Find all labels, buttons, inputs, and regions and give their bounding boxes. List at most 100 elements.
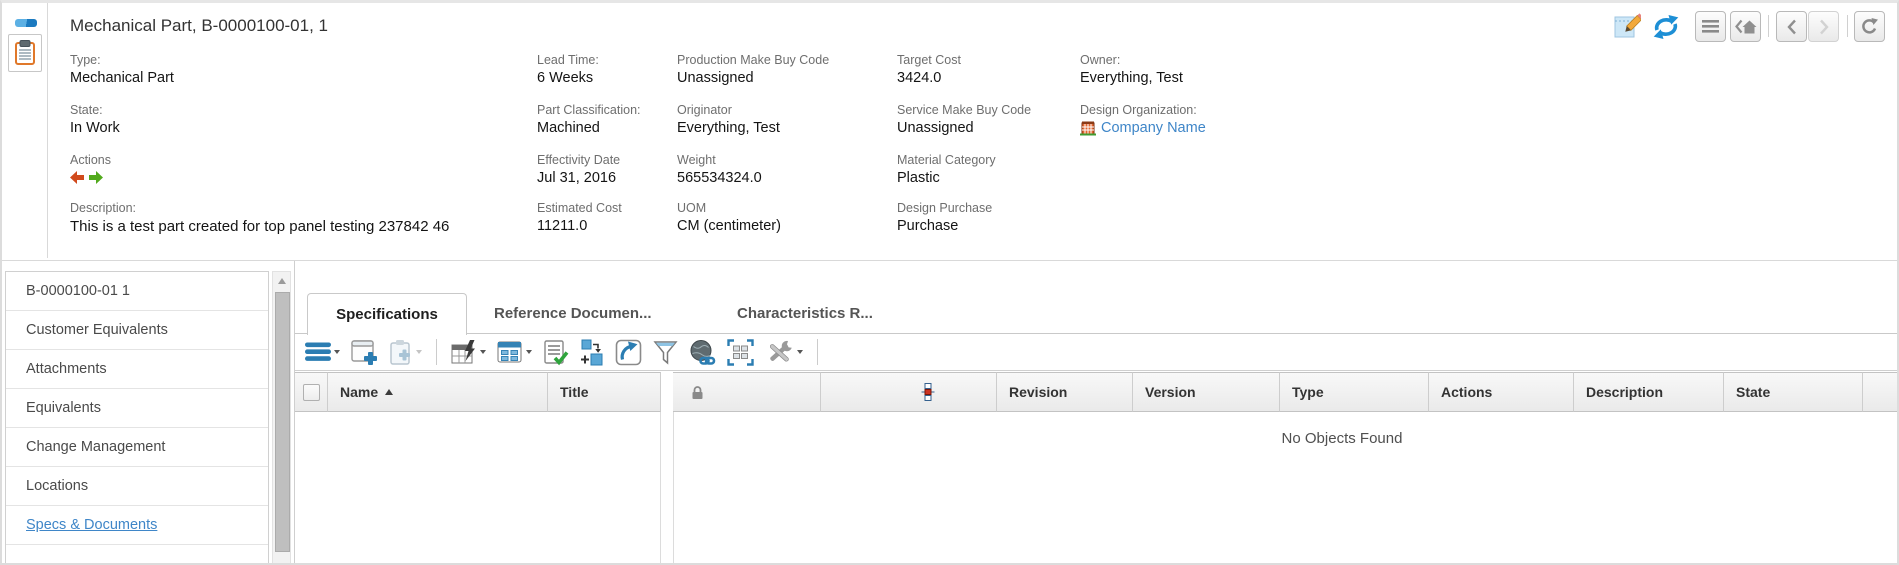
field-label: Originator [677, 103, 780, 117]
field-value: Everything, Test [677, 120, 780, 136]
column-header-title[interactable]: Title [548, 372, 661, 412]
caret-down-icon [480, 350, 486, 354]
field-value: 3424.0 [897, 70, 961, 86]
column-display-icon[interactable] [497, 339, 532, 365]
field-value: 6 Weeks [537, 70, 599, 86]
prev-button[interactable] [1776, 11, 1807, 42]
column-header-state[interactable]: State [1724, 372, 1863, 412]
paste-icon[interactable] [389, 339, 422, 366]
page-title: Mechanical Part, B-0000100-01, 1 [70, 16, 328, 36]
column-header-version[interactable]: Version [1133, 372, 1280, 412]
sidebar-item-locations[interactable]: Locations [6, 467, 268, 506]
home-icon [1735, 19, 1757, 34]
open-in-window-icon[interactable] [615, 339, 642, 366]
column-header-lock[interactable] [673, 372, 821, 412]
scrollbar-thumb[interactable] [275, 292, 290, 552]
field-label: Production Make Buy Code [677, 53, 829, 67]
tab-characteristics[interactable]: Characteristics R... [737, 293, 873, 334]
next-arrow-icon[interactable] [89, 171, 103, 184]
column-label: Version [1145, 384, 1196, 400]
refresh-icon [1860, 17, 1879, 36]
home-back-button[interactable] [1730, 11, 1761, 42]
pane-divider [294, 261, 295, 565]
design-organization-link[interactable]: Company Name [1101, 120, 1206, 136]
menu-button[interactable] [1695, 11, 1726, 42]
toolbar-divider [436, 339, 437, 365]
field-target-cost: Target Cost 3424.0 [897, 53, 961, 86]
caret-down-icon [526, 350, 532, 354]
web-links-icon[interactable] [689, 339, 716, 366]
tools-icon[interactable] [765, 339, 803, 366]
hamburger-icon [1702, 20, 1719, 33]
view-menu-icon[interactable] [305, 341, 340, 363]
field-value: Everything, Test [1080, 70, 1183, 86]
field-uom: UOM CM (centimeter) [677, 201, 781, 234]
field-label: UOM [677, 201, 781, 215]
field-type: Type: Mechanical Part [70, 53, 174, 86]
clipboard-icon [14, 40, 36, 66]
blue-bar-icon[interactable] [15, 19, 37, 27]
field-label: Actions [70, 153, 111, 167]
field-value: Unassigned [897, 120, 1031, 136]
column-label: Revision [1009, 384, 1067, 400]
caret-down-icon [797, 350, 803, 354]
column-label: State [1736, 384, 1770, 400]
sidebar-item-customer-equivalents[interactable]: Customer Equivalents [6, 311, 268, 350]
sidebar-item-change-management[interactable]: Change Management [6, 428, 268, 467]
edit-note-icon[interactable] [1614, 13, 1641, 45]
frozen-pane-divider[interactable] [660, 412, 661, 565]
select-all-checkbox[interactable] [303, 384, 320, 401]
column-header-description[interactable]: Description [1574, 372, 1724, 412]
edit-table-icon[interactable] [451, 339, 486, 366]
column-header-revision[interactable]: Revision [997, 372, 1133, 412]
field-state: State: In Work [70, 103, 120, 136]
insert-objects-icon[interactable] [580, 339, 604, 366]
sidebar-item-part-number[interactable]: B-0000100-01 1 [6, 272, 268, 311]
scrollbar-up-arrow-icon[interactable] [273, 274, 290, 288]
field-service-make-buy: Service Make Buy Code Unassigned [897, 103, 1031, 136]
validate-icon[interactable] [543, 339, 569, 366]
sidebar-item-specs-documents[interactable]: Specs & Documents [6, 506, 268, 545]
field-value: Mechanical Part [70, 70, 174, 86]
clipboard-tab-button[interactable] [8, 34, 42, 72]
previous-arrow-icon[interactable] [70, 171, 84, 184]
item-type-strip [2, 3, 48, 258]
field-description: Description: This is a test part created… [70, 201, 449, 235]
field-label: Description: [70, 201, 449, 215]
column-label: Description [1586, 384, 1663, 400]
panel-divider [2, 260, 1899, 261]
sidebar-item-equivalents[interactable]: Equivalents [6, 389, 268, 428]
sidebar-scrollbar[interactable] [272, 271, 291, 565]
sidebar-item-attachments[interactable]: Attachments [6, 350, 268, 389]
sync-icon[interactable] [1652, 14, 1680, 45]
column-header-type[interactable]: Type [1280, 372, 1429, 412]
grid-header-frozen: Name Title [295, 372, 661, 412]
next-button[interactable] [1808, 11, 1839, 42]
field-value: Machined [537, 120, 641, 136]
field-value: Jul 31, 2016 [537, 170, 620, 186]
field-part-classification: Part Classification: Machined [537, 103, 641, 136]
divider [1847, 15, 1848, 37]
refresh-button[interactable] [1854, 11, 1885, 42]
field-value: In Work [70, 120, 120, 136]
tab-specifications[interactable]: Specifications [307, 293, 467, 335]
field-originator: Originator Everything, Test [677, 103, 780, 136]
caret-down-icon [416, 350, 422, 354]
column-label: Name [340, 384, 378, 400]
field-label: Design Organization: [1080, 103, 1206, 117]
field-value: Unassigned [677, 70, 829, 86]
add-object-icon[interactable] [351, 339, 378, 366]
column-header-name[interactable]: Name [328, 372, 548, 412]
tab-reference-documents[interactable]: Reference Documen... [494, 293, 652, 334]
lock-icon [691, 385, 704, 400]
column-header-actions[interactable]: Actions [1429, 372, 1574, 412]
select-all-checkbox-cell [295, 372, 328, 412]
filter-icon[interactable] [653, 339, 678, 366]
select-table-icon[interactable] [727, 339, 754, 366]
chevron-right-icon [1819, 19, 1829, 35]
field-label: Design Purchase [897, 201, 992, 215]
grid-header-scrolling: Revision Version Type Actions Descriptio… [673, 372, 1899, 412]
column-label: Title [560, 384, 589, 400]
field-lead-time: Lead Time: 6 Weeks [537, 53, 599, 86]
column-header-structure[interactable] [821, 372, 997, 412]
